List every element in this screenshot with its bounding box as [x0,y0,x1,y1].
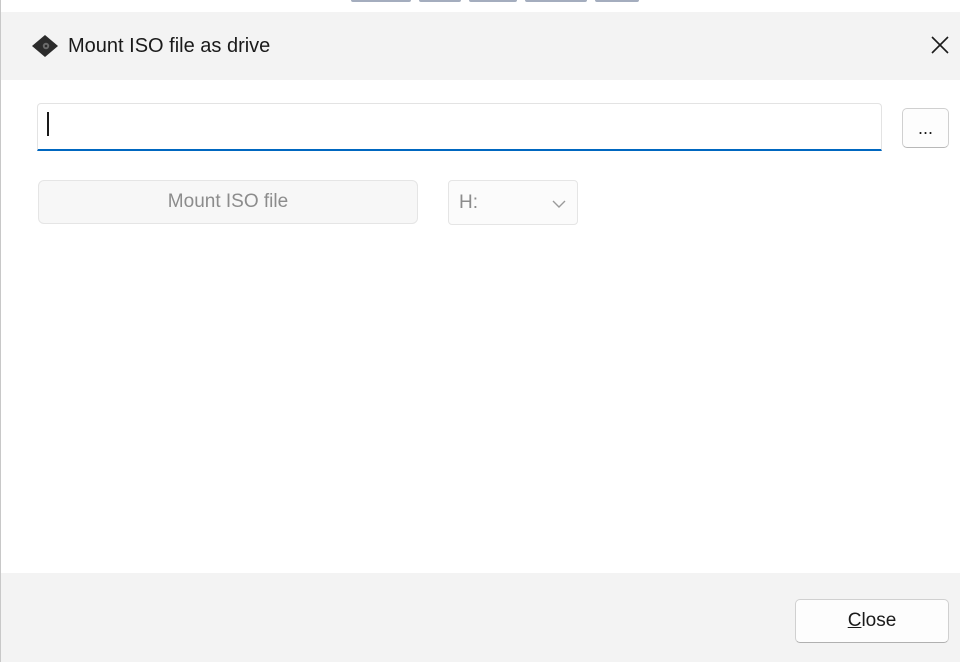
dialog-content: ... Mount ISO file H: [1,80,960,573]
close-button-label: lose [861,610,897,631]
drive-letter-value: H: [459,192,478,213]
browse-button[interactable]: ... [902,108,949,148]
text-cursor [47,112,49,136]
mount-iso-dialog: Mount ISO file as drive ... Mount ISO fi… [0,0,960,662]
iso-path-input[interactable] [37,103,882,151]
close-button-mnemonic: C [847,610,862,631]
close-icon[interactable] [925,30,955,60]
disc-diamond-icon [31,34,59,58]
dialog-footer: Close [1,573,960,662]
chevron-down-icon [551,197,567,209]
mount-iso-button[interactable]: Mount ISO file [38,180,418,224]
title-bar: Mount ISO file as drive [1,12,960,80]
background-window-title [351,0,641,12]
window-title: Mount ISO file as drive [68,35,271,57]
close-button[interactable]: Close [795,599,949,643]
drive-letter-select[interactable]: H: [448,180,578,225]
